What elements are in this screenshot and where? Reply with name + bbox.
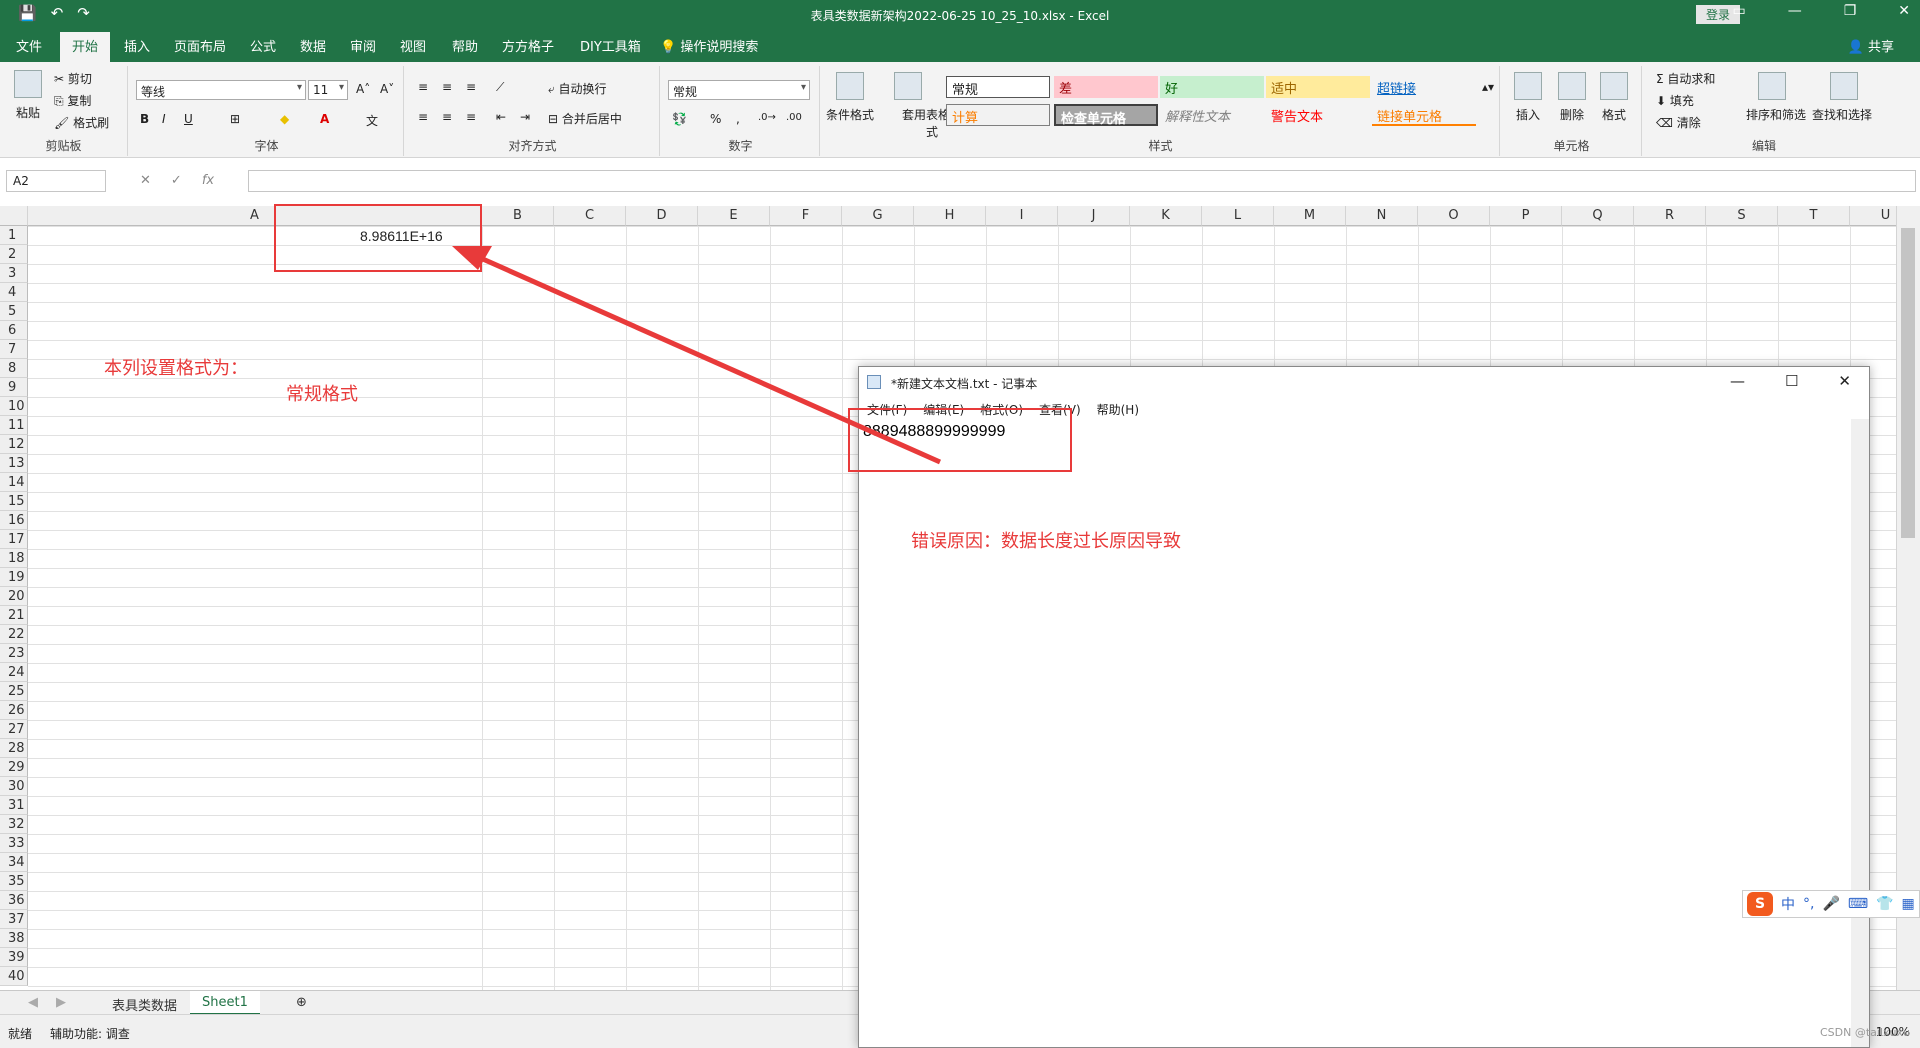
annotation-arrow [452,246,942,465]
watermark: CSDN @tailxuxu [1820,1026,1910,1039]
arrow-line [474,253,942,465]
toolbox-icon[interactable]: ▦ [1902,896,1915,912]
ime-toolbar: S 中 °, 🎤 ⌨ 👕 ▦ [1742,890,1920,918]
microphone-icon[interactable]: 🎤 [1822,896,1839,912]
ime-mode[interactable]: 中 [1781,894,1795,914]
sogou-logo-icon[interactable]: S [1747,892,1773,916]
skin-icon[interactable]: 👕 [1876,896,1893,912]
keyboard-icon[interactable]: ⌨ [1848,896,1868,912]
punctuation-icon[interactable]: °, [1803,896,1814,912]
